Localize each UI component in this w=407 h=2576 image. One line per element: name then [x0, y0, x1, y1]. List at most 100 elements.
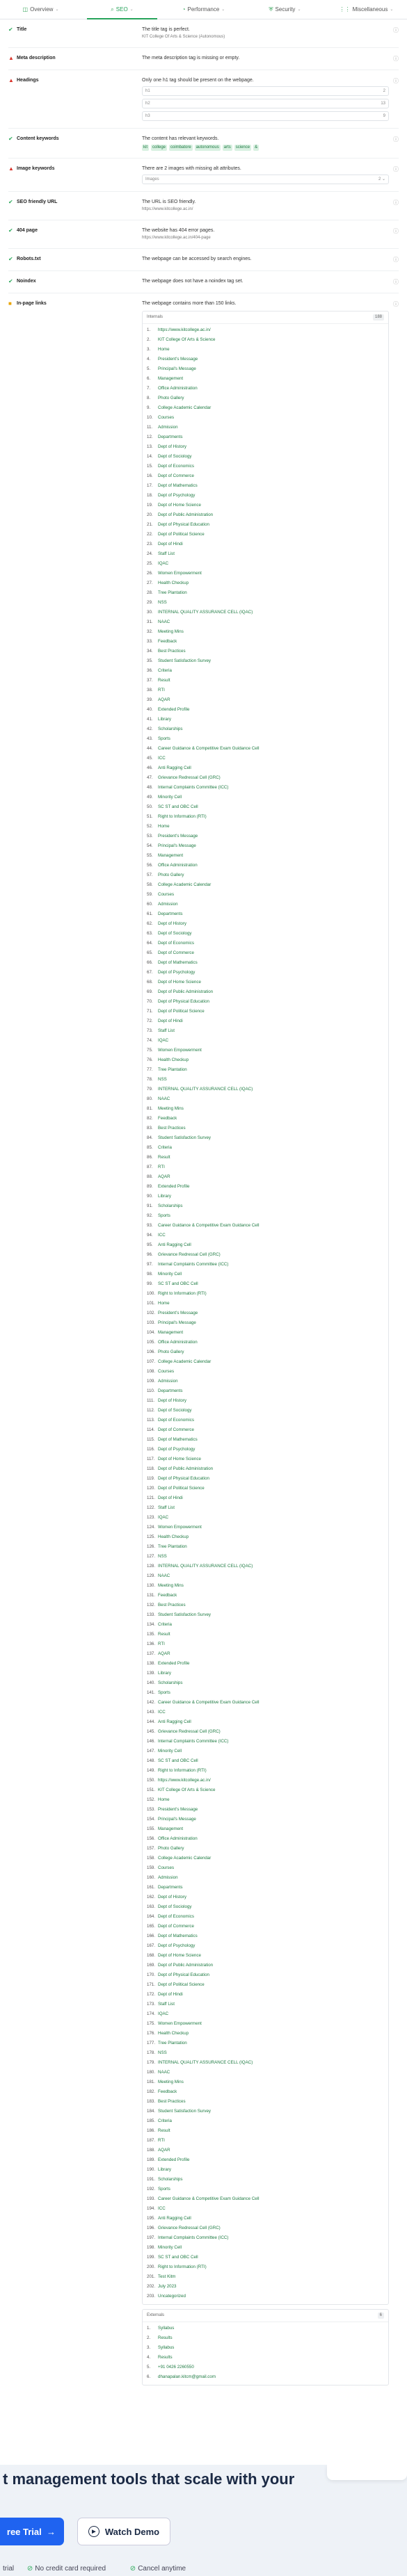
link[interactable]: Dept of Commerce — [158, 950, 194, 955]
link[interactable]: Dept of Public Administration — [158, 989, 213, 994]
link[interactable]: Dept of Home Science — [158, 980, 201, 985]
link[interactable]: Dept of Sociology — [158, 454, 192, 459]
info-icon[interactable]: ⓘ — [389, 55, 399, 63]
link[interactable]: Syllabus — [158, 2345, 174, 2350]
link[interactable]: Admission — [158, 1875, 178, 1880]
link[interactable]: Scholarships — [158, 1680, 182, 1685]
link[interactable]: Staff List — [158, 2002, 175, 2007]
link[interactable]: Dept of Commerce — [158, 1427, 194, 1432]
link[interactable]: Office Administration — [158, 1340, 198, 1345]
link[interactable]: Best Practices — [158, 1603, 186, 1607]
link[interactable]: President's Message — [158, 1807, 198, 1812]
link[interactable]: Dept of Economics — [158, 464, 194, 469]
link[interactable]: Health Checkup — [158, 2031, 189, 2036]
link[interactable]: Courses — [158, 892, 174, 897]
link[interactable]: Right to Information (RTI) — [158, 1291, 207, 1296]
link[interactable]: President's Message — [158, 834, 198, 839]
link[interactable]: Sports — [158, 736, 170, 741]
link[interactable]: Dept of Political Science — [158, 1982, 205, 1987]
info-icon[interactable]: ⓘ — [389, 77, 399, 121]
link[interactable]: AQAR — [158, 1174, 170, 1179]
link[interactable]: AQAR — [158, 2148, 170, 2153]
link[interactable]: Office Administration — [158, 386, 198, 391]
heading-row[interactable]: h3 9 — [142, 111, 389, 121]
link[interactable]: Sports — [158, 2187, 170, 2192]
link[interactable]: Grievance Redressal Cell (GRC) — [158, 1729, 221, 1734]
link[interactable]: Internal Complaints Committee (ICC) — [158, 1739, 228, 1744]
link[interactable]: Career Guidance & Competitive Exam Guida… — [158, 746, 259, 751]
link[interactable]: President's Message — [158, 357, 198, 362]
link[interactable]: Minority Cell — [158, 1272, 182, 1277]
link[interactable]: Principal's Message — [158, 1817, 196, 1822]
tab-seo[interactable]: ⌕ SEO ⌄ — [81, 0, 163, 19]
link[interactable]: Meeting Mins — [158, 2080, 184, 2084]
link[interactable]: Dept of Hindi — [158, 1496, 183, 1500]
link[interactable]: Tree Plantation — [158, 590, 187, 595]
link[interactable]: Results — [158, 2335, 173, 2340]
link[interactable]: Dept of Hindi — [158, 1992, 183, 1997]
link[interactable]: Dept of History — [158, 444, 186, 449]
link[interactable]: Dept of Psychology — [158, 1447, 195, 1452]
link[interactable]: July 2023 — [158, 2284, 177, 2289]
link[interactable]: Dept of Public Administration — [158, 1963, 213, 1968]
link[interactable]: ICC — [158, 756, 166, 761]
link[interactable]: IQAC — [158, 561, 168, 566]
link[interactable]: Dept of Political Science — [158, 1486, 205, 1491]
link[interactable]: Grievance Redressal Cell (GRC) — [158, 775, 221, 780]
link[interactable]: Dept of History — [158, 1895, 186, 1899]
link[interactable]: AQAR — [158, 697, 170, 702]
link[interactable]: Sports — [158, 1690, 170, 1695]
link[interactable]: NAAC — [158, 1096, 170, 1101]
link[interactable]: Dept of History — [158, 1398, 186, 1403]
link[interactable]: NAAC — [158, 619, 170, 624]
link[interactable]: Dept of Political Science — [158, 1009, 205, 1014]
link[interactable]: https://www.kitcollege.ac.in/ — [158, 327, 211, 332]
link[interactable]: ICC — [158, 1233, 166, 1238]
link[interactable]: AQAR — [158, 1651, 170, 1656]
link[interactable]: Dept of Hindi — [158, 542, 183, 546]
link[interactable]: Dept of Home Science — [158, 1457, 201, 1461]
link[interactable]: Dept of Sociology — [158, 1904, 192, 1909]
link[interactable]: Home — [158, 824, 170, 829]
link[interactable]: Dept of History — [158, 921, 186, 926]
link[interactable]: INTERNAL QUALITY ASSURANCE CELL (IQAC) — [158, 1087, 253, 1092]
link[interactable]: Meeting Mins — [158, 1106, 184, 1111]
link[interactable]: College Academic Calendar — [158, 405, 211, 410]
link[interactable]: Scholarships — [158, 1204, 182, 1208]
link[interactable]: Library — [158, 1671, 171, 1676]
link[interactable]: Dept of Physical Education — [158, 1972, 209, 1977]
link[interactable]: Result — [158, 1632, 170, 1637]
link[interactable]: Scholarships — [158, 2177, 182, 2182]
link[interactable]: Dept of Physical Education — [158, 522, 209, 527]
link[interactable]: Dept of Commerce — [158, 1924, 194, 1929]
link[interactable]: ICC — [158, 1710, 166, 1715]
link[interactable]: College Academic Calendar — [158, 1359, 211, 1364]
404-url[interactable]: https://www.kitcollege.ac.in/404-page — [142, 235, 389, 241]
link[interactable]: Sports — [158, 1213, 170, 1218]
link[interactable]: Right to Information (RTI) — [158, 2265, 207, 2269]
tab-overview[interactable]: ◫ Overview ⌄ — [0, 0, 81, 19]
link[interactable]: Results — [158, 2355, 173, 2360]
link[interactable]: Career Guidance & Competitive Exam Guida… — [158, 1223, 259, 1228]
link[interactable]: https://www.kitcollege.ac.in/ — [158, 1778, 211, 1783]
link[interactable]: Library — [158, 717, 171, 722]
tab-security[interactable]: ⛨ Security ⌄ — [244, 0, 326, 19]
link[interactable]: RTI — [158, 688, 165, 692]
link[interactable]: SC ST and OBC Cell — [158, 1281, 198, 1286]
link[interactable]: President's Message — [158, 1311, 198, 1315]
tab-miscellaneous[interactable]: ⋮⋮ Miscellaneous ⌄ — [326, 0, 407, 19]
link[interactable]: College Academic Calendar — [158, 882, 211, 887]
link[interactable]: dhanapalan.kitcm@gmail.com — [158, 2374, 216, 2379]
link[interactable]: Dept of Political Science — [158, 532, 205, 537]
link[interactable]: Courses — [158, 1369, 174, 1374]
link[interactable]: Departments — [158, 912, 182, 916]
link[interactable]: Grievance Redressal Cell (GRC) — [158, 1252, 221, 1257]
link[interactable]: Home — [158, 1797, 170, 1802]
info-icon[interactable]: ⓘ — [389, 300, 399, 2385]
link[interactable]: Student Satisfaction Survey — [158, 1612, 211, 1617]
link[interactable]: Courses — [158, 415, 174, 420]
link[interactable]: Extended Profile — [158, 707, 189, 712]
link[interactable]: +91 0426 2260550 — [158, 2365, 194, 2370]
link[interactable]: Women Empowerment — [158, 2021, 202, 2026]
link[interactable]: Dept of Public Administration — [158, 512, 213, 517]
